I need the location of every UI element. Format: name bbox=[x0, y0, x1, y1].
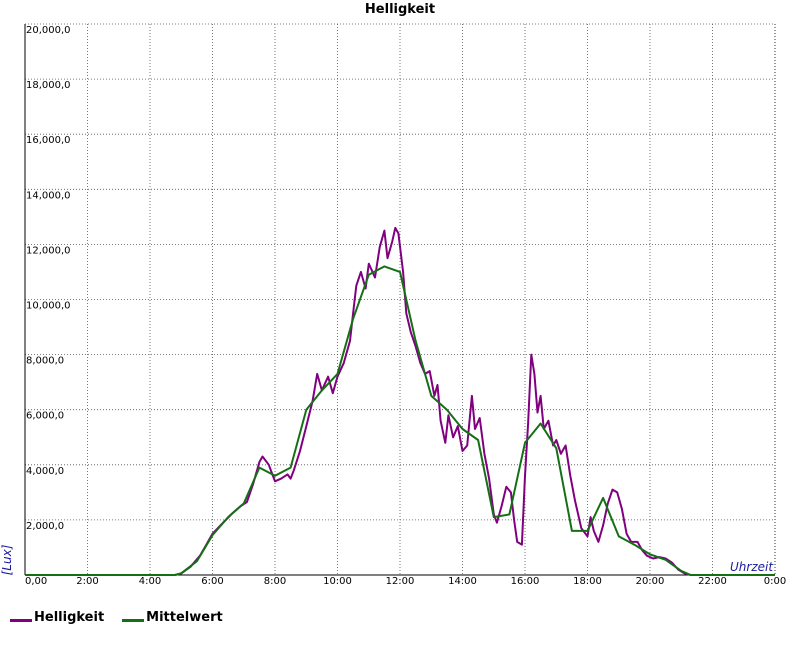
brightness-chart: Helligkeit 0,00 2:00 4:00 6:00 8:00 10:00 12:0… bbox=[0, 0, 800, 650]
x-tick-label: 2:00 bbox=[76, 576, 98, 587]
x-tick-label: 4:00 bbox=[139, 576, 161, 587]
x-tick-label: 0:00 bbox=[764, 576, 786, 587]
legend-swatch-helligkeit bbox=[10, 618, 32, 622]
x-tick-label: 6:00 bbox=[201, 576, 223, 587]
y-tick-label: 18,000,0 bbox=[26, 80, 71, 91]
x-tick-label: 10:00 bbox=[323, 576, 352, 587]
x-tick-label: 8:00 bbox=[264, 576, 286, 587]
x-tick-label: 20:00 bbox=[636, 576, 665, 587]
legend-item-mittelwert: Mittelwert bbox=[122, 610, 223, 625]
y-tick-label: 14,000,0 bbox=[26, 190, 71, 201]
y-tick-label: 6,000,0 bbox=[26, 411, 64, 422]
chart-title: Helligkeit bbox=[365, 2, 435, 17]
legend-item-helligkeit: Helligkeit bbox=[10, 610, 104, 625]
x-tick-label: 16:00 bbox=[511, 576, 540, 587]
x-axis-label: Uhrzeit bbox=[730, 560, 774, 574]
legend-swatch-mittelwert bbox=[122, 618, 145, 622]
legend-label-helligkeit: Helligkeit bbox=[34, 609, 105, 625]
y-tick-label: 12,000,0 bbox=[26, 245, 71, 256]
y-tick-label: 4,000,0 bbox=[26, 466, 64, 477]
y-tick-label: 8,000,0 bbox=[26, 356, 64, 367]
legend-label-mittelwert: Mittelwert bbox=[146, 609, 223, 625]
x-tick-label: 14:00 bbox=[448, 576, 477, 587]
y-tick-label: 20,000,0 bbox=[26, 25, 71, 36]
y-tick-label: 10,000,0 bbox=[26, 301, 71, 312]
y-tick-label: 16,000,0 bbox=[26, 135, 71, 146]
x-tick-label: 12:00 bbox=[386, 576, 415, 587]
legend: Helligkeit Mittelwert bbox=[10, 609, 241, 625]
y-axis-label: [Lux] bbox=[0, 544, 14, 575]
x-tick-label: 22:00 bbox=[698, 576, 727, 587]
x-tick-label: 0,00 bbox=[25, 576, 47, 587]
y-tick-label: 2,000,0 bbox=[26, 521, 64, 532]
x-tick-label: 18:00 bbox=[573, 576, 602, 587]
